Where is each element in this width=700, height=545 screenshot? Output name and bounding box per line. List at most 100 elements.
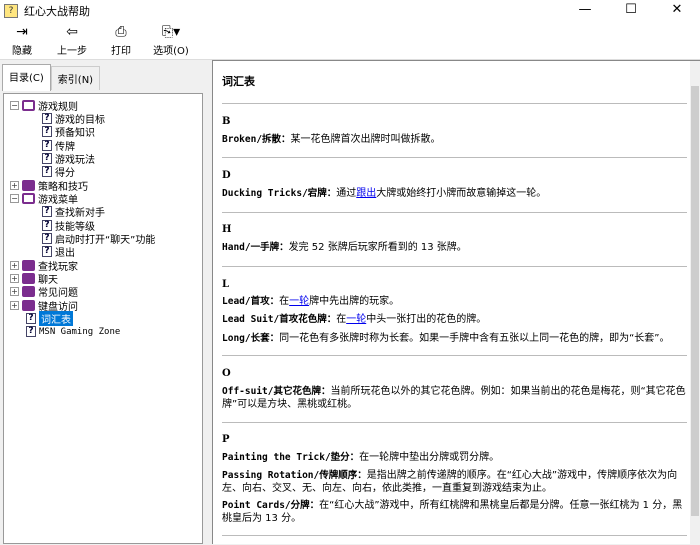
hide-label: 隐藏: [12, 46, 32, 57]
toolbar: ⇥ 隐藏 ⇦ 上一步 ⎙ 打印 ⎘▾ 选项(O): [0, 22, 700, 60]
topic-title: 词汇表: [222, 75, 255, 88]
tree-label: 词汇表: [39, 311, 73, 326]
vertical-scrollbar[interactable]: [690, 61, 700, 545]
closed-book-icon: [22, 180, 35, 191]
help-page-icon: ?: [26, 326, 36, 337]
glossary-entry: Lead/首攻：在一轮牌中先出牌的玩家。: [222, 295, 688, 308]
help-page-icon: ?: [42, 126, 52, 137]
definition: 发完 52 张牌后玩家所看到的 13 张牌。: [288, 242, 467, 253]
term: Long/长套：: [222, 333, 280, 344]
definition: 同一花色有多张牌时称为长套。如果一手牌中含有五张以上同一花色的牌，即为“长套”。: [279, 333, 670, 344]
help-app-icon: ?: [4, 4, 18, 18]
tree-item[interactable]: + 常见问题: [10, 285, 78, 299]
glossary-entry: Long/长套：同一花色有多张牌时称为长套。如果一手牌中含有五张以上同一花色的牌…: [222, 332, 688, 345]
tree-label: 预备知识: [55, 128, 95, 139]
closed-book-icon: [22, 260, 35, 271]
hide-button[interactable]: ⇥ 隐藏: [2, 24, 42, 57]
term: Hand/一手牌：: [222, 242, 289, 253]
section-letter: B: [222, 116, 231, 127]
tab-index[interactable]: 索引(N): [50, 66, 101, 90]
contents-tree: − 游戏规则 ? 游戏的目标 ? 预备知识 ? 传牌 ? 游戏玩法 ? 得分 + 策略和技巧 …: [3, 93, 203, 544]
tree-item[interactable]: ? 退出: [42, 245, 75, 259]
expand-icon[interactable]: +: [10, 301, 19, 310]
collapse-icon[interactable]: −: [10, 101, 19, 110]
definition: 某一花色牌首次出牌时叫做拆散。: [290, 134, 441, 145]
divider: [222, 535, 687, 536]
tree-label: 得分: [55, 168, 75, 179]
glossary-entry: Passing Rotation/传牌顺序：是指出牌之前传递牌的顺序。在“红心大…: [222, 469, 688, 495]
definition: 大牌或始终打小牌而故意输掉这一轮。: [376, 188, 547, 199]
help-page-icon: ?: [42, 166, 52, 177]
help-page-icon: ?: [26, 313, 36, 324]
divider: [222, 103, 687, 104]
help-page-icon: ?: [42, 153, 52, 164]
maximize-button[interactable]: ☐: [608, 0, 654, 22]
window-title: 红心大战帮助: [24, 5, 90, 18]
glossary-entry: Ducking Tricks/宕牌：通过跟出大牌或始终打小牌而故意输掉这一轮。: [222, 187, 688, 200]
glossary-link[interactable]: 跟出: [356, 188, 376, 199]
expand-icon[interactable]: +: [10, 261, 19, 270]
topic-content: 词汇表 B Broken/拆散：某一花色牌首次出牌时叫做拆散。 D Duckin…: [212, 60, 700, 545]
help-page-icon: ?: [42, 220, 52, 231]
tree-item-selected[interactable]: ? 词汇表: [26, 311, 73, 326]
glossary-link[interactable]: 一轮: [346, 314, 366, 325]
glossary-entry: Painting the Trick/垫分：在一轮牌中垫出分牌或罚分牌。: [222, 451, 688, 464]
options-button[interactable]: ⎘▾ 选项(O): [148, 24, 194, 57]
term: Painting the Trick/垫分：: [222, 452, 360, 463]
definition: 中头一张打出的花色的牌。: [366, 314, 487, 325]
divider: [222, 157, 687, 158]
tree-label: 查找新对手: [55, 208, 105, 219]
hide-pane-icon: ⇥: [16, 24, 28, 40]
divider: [222, 266, 687, 267]
collapse-icon[interactable]: −: [10, 194, 19, 203]
closed-book-icon: [22, 300, 35, 311]
minimize-button[interactable]: —: [562, 0, 608, 22]
glossary-entry: Point Cards/分牌：在“红心大战”游戏中，所有红桃牌和黑桃皇后都是分牌…: [222, 499, 688, 525]
term: Ducking Tricks/宕牌：: [222, 188, 337, 199]
help-page-icon: ?: [42, 140, 52, 151]
back-button[interactable]: ⇦ 上一步: [52, 24, 92, 57]
tree-item[interactable]: ? 查找新对手: [42, 205, 105, 219]
open-book-icon: [22, 100, 35, 111]
help-page-icon: ?: [42, 206, 52, 217]
close-button[interactable]: ✕: [654, 0, 700, 22]
tree-item[interactable]: ? 得分: [42, 165, 75, 179]
glossary-entry: Off-suit/其它花色牌：当前所玩花色以外的其它花色牌。例如：如果当前出的花…: [222, 385, 688, 411]
print-button[interactable]: ⎙ 打印: [101, 24, 141, 57]
glossary-entry: Hand/一手牌：发完 52 张牌后玩家所看到的 13 张牌。: [222, 241, 688, 254]
print-label: 打印: [111, 46, 131, 57]
help-page-icon: ?: [42, 233, 52, 244]
closed-book-icon: [22, 273, 35, 284]
expand-icon[interactable]: +: [10, 274, 19, 283]
term: Point Cards/分牌：: [222, 500, 320, 511]
expand-icon[interactable]: +: [10, 181, 19, 190]
definition: 在: [336, 314, 347, 325]
scrollbar-thumb[interactable]: [691, 86, 699, 516]
tree-item[interactable]: ? MSN Gaming Zone: [26, 325, 120, 338]
back-arrow-icon: ⇦: [66, 24, 78, 40]
section-letter: D: [222, 170, 231, 181]
section-letter: O: [222, 368, 231, 379]
printer-icon: ⎙: [115, 24, 127, 40]
expand-icon[interactable]: +: [10, 287, 19, 296]
section-letter: P: [222, 434, 230, 445]
definition: 通过: [336, 188, 357, 199]
glossary-entry: Lead Suit/首攻花色牌：在一轮中头一张打出的花色的牌。: [222, 313, 688, 326]
definition: 在: [279, 296, 290, 307]
term: Broken/拆散：: [222, 134, 291, 145]
divider: [222, 355, 687, 356]
definition: 牌中先出牌的玩家。: [309, 296, 400, 307]
glossary-link[interactable]: 一轮: [289, 296, 309, 307]
tree-item[interactable]: ? 预备知识: [42, 125, 95, 139]
options-icon: ⎘▾: [161, 24, 181, 40]
divider: [222, 422, 687, 423]
section-letter: H: [222, 224, 232, 235]
tree-label: MSN Gaming Zone: [39, 326, 121, 337]
tab-contents[interactable]: 目录(C): [2, 64, 51, 91]
tree-label: 常见问题: [38, 288, 78, 299]
section-letter: L: [222, 279, 230, 290]
term: Lead/首攻：: [222, 296, 280, 307]
back-label: 上一步: [57, 46, 87, 57]
help-page-icon: ?: [42, 246, 52, 257]
title-bar: ? 红心大战帮助 — ☐ ✕: [0, 0, 700, 22]
